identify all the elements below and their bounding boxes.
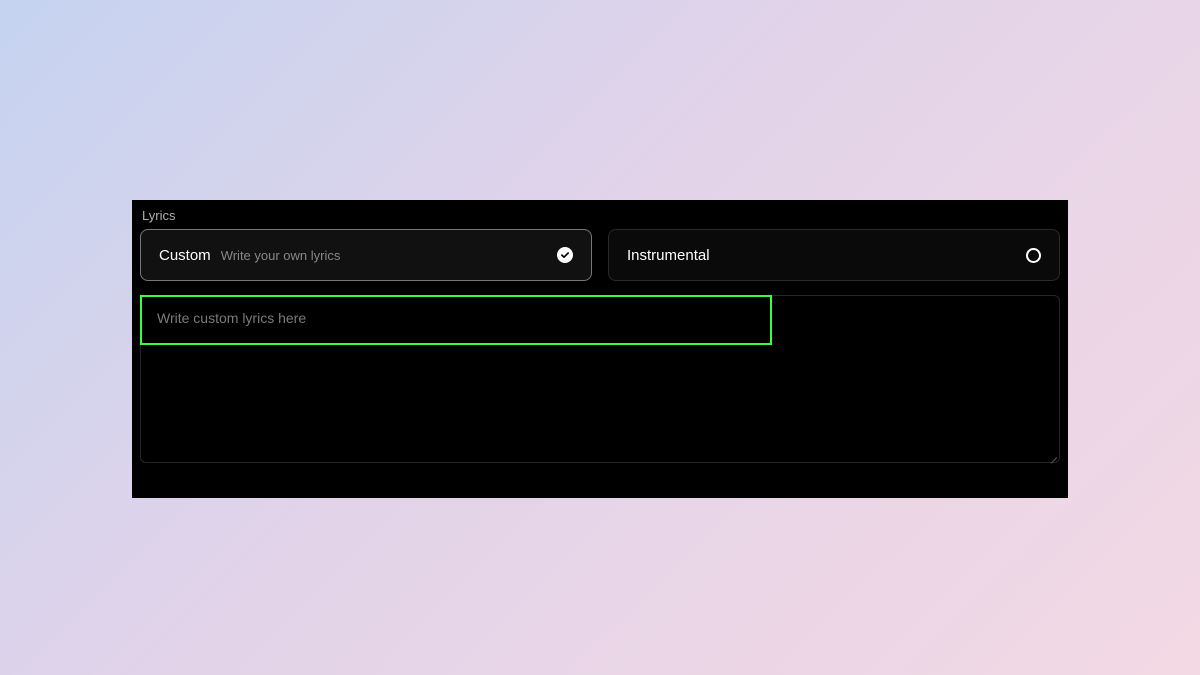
lyrics-mode-options: Custom Write your own lyrics Instrumenta… [140,229,1060,281]
option-custom-subtitle: Write your own lyrics [221,248,341,263]
lyrics-panel: Lyrics Custom Write your own lyrics Inst… [132,200,1068,498]
lyrics-textarea-container [140,295,1060,463]
radio-selected-icon [557,247,573,263]
option-custom-title: Custom [159,247,211,264]
lyrics-textarea[interactable] [141,296,1059,462]
section-label: Lyrics [142,208,1060,223]
option-instrumental[interactable]: Instrumental [608,229,1060,281]
option-instrumental-title: Instrumental [627,247,710,264]
radio-unselected-icon [1026,248,1041,263]
option-instrumental-labels: Instrumental [627,247,710,264]
option-custom[interactable]: Custom Write your own lyrics [140,229,592,281]
option-custom-labels: Custom Write your own lyrics [159,247,340,264]
